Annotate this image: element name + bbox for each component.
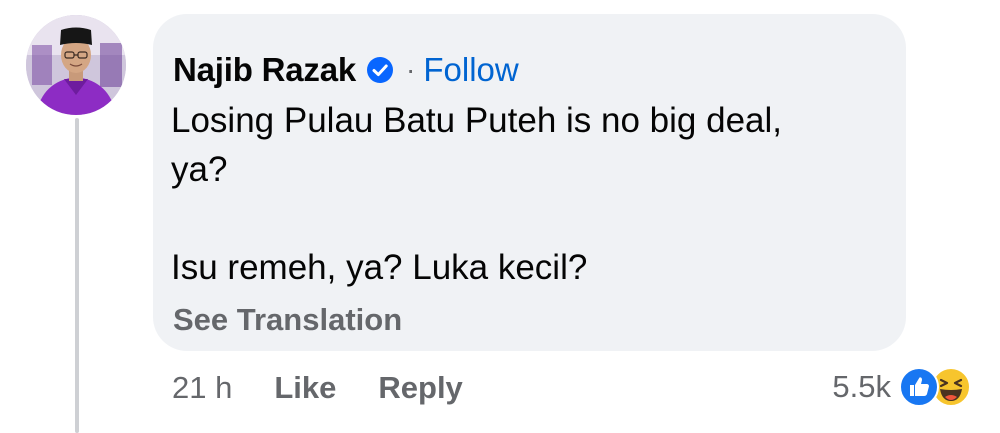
comment-bubble: Najib Razak · Follow Losing Pulau Batu P… <box>153 14 906 351</box>
comment-text: Losing Pulau Batu Puteh is no big deal, … <box>171 96 891 292</box>
timestamp[interactable]: 21 h <box>172 370 232 406</box>
author-name[interactable]: Najib Razak <box>173 51 356 89</box>
comment-header: Najib Razak · Follow <box>173 50 519 90</box>
reaction-summary[interactable]: 5.5k <box>832 364 973 410</box>
reply-button[interactable]: Reply <box>378 370 462 406</box>
reaction-icons <box>899 365 973 409</box>
comment-line: Isu remeh, ya? Luka kecil? <box>171 248 588 287</box>
comment-line: ya? <box>171 150 228 189</box>
like-button[interactable]: Like <box>274 370 336 406</box>
comment-actions: 21 h Like Reply <box>172 368 463 408</box>
avatar[interactable] <box>26 15 126 115</box>
separator-dot: · <box>406 54 416 85</box>
thread-line <box>75 118 79 433</box>
see-translation-link[interactable]: See Translation <box>173 302 402 338</box>
like-reaction-icon <box>899 367 939 407</box>
verified-badge-icon <box>366 56 394 84</box>
comment-line: Losing Pulau Batu Puteh is no big deal, <box>171 101 782 140</box>
reaction-count: 5.5k <box>832 369 891 404</box>
follow-button[interactable]: Follow <box>423 51 518 89</box>
profile-photo <box>26 15 126 115</box>
